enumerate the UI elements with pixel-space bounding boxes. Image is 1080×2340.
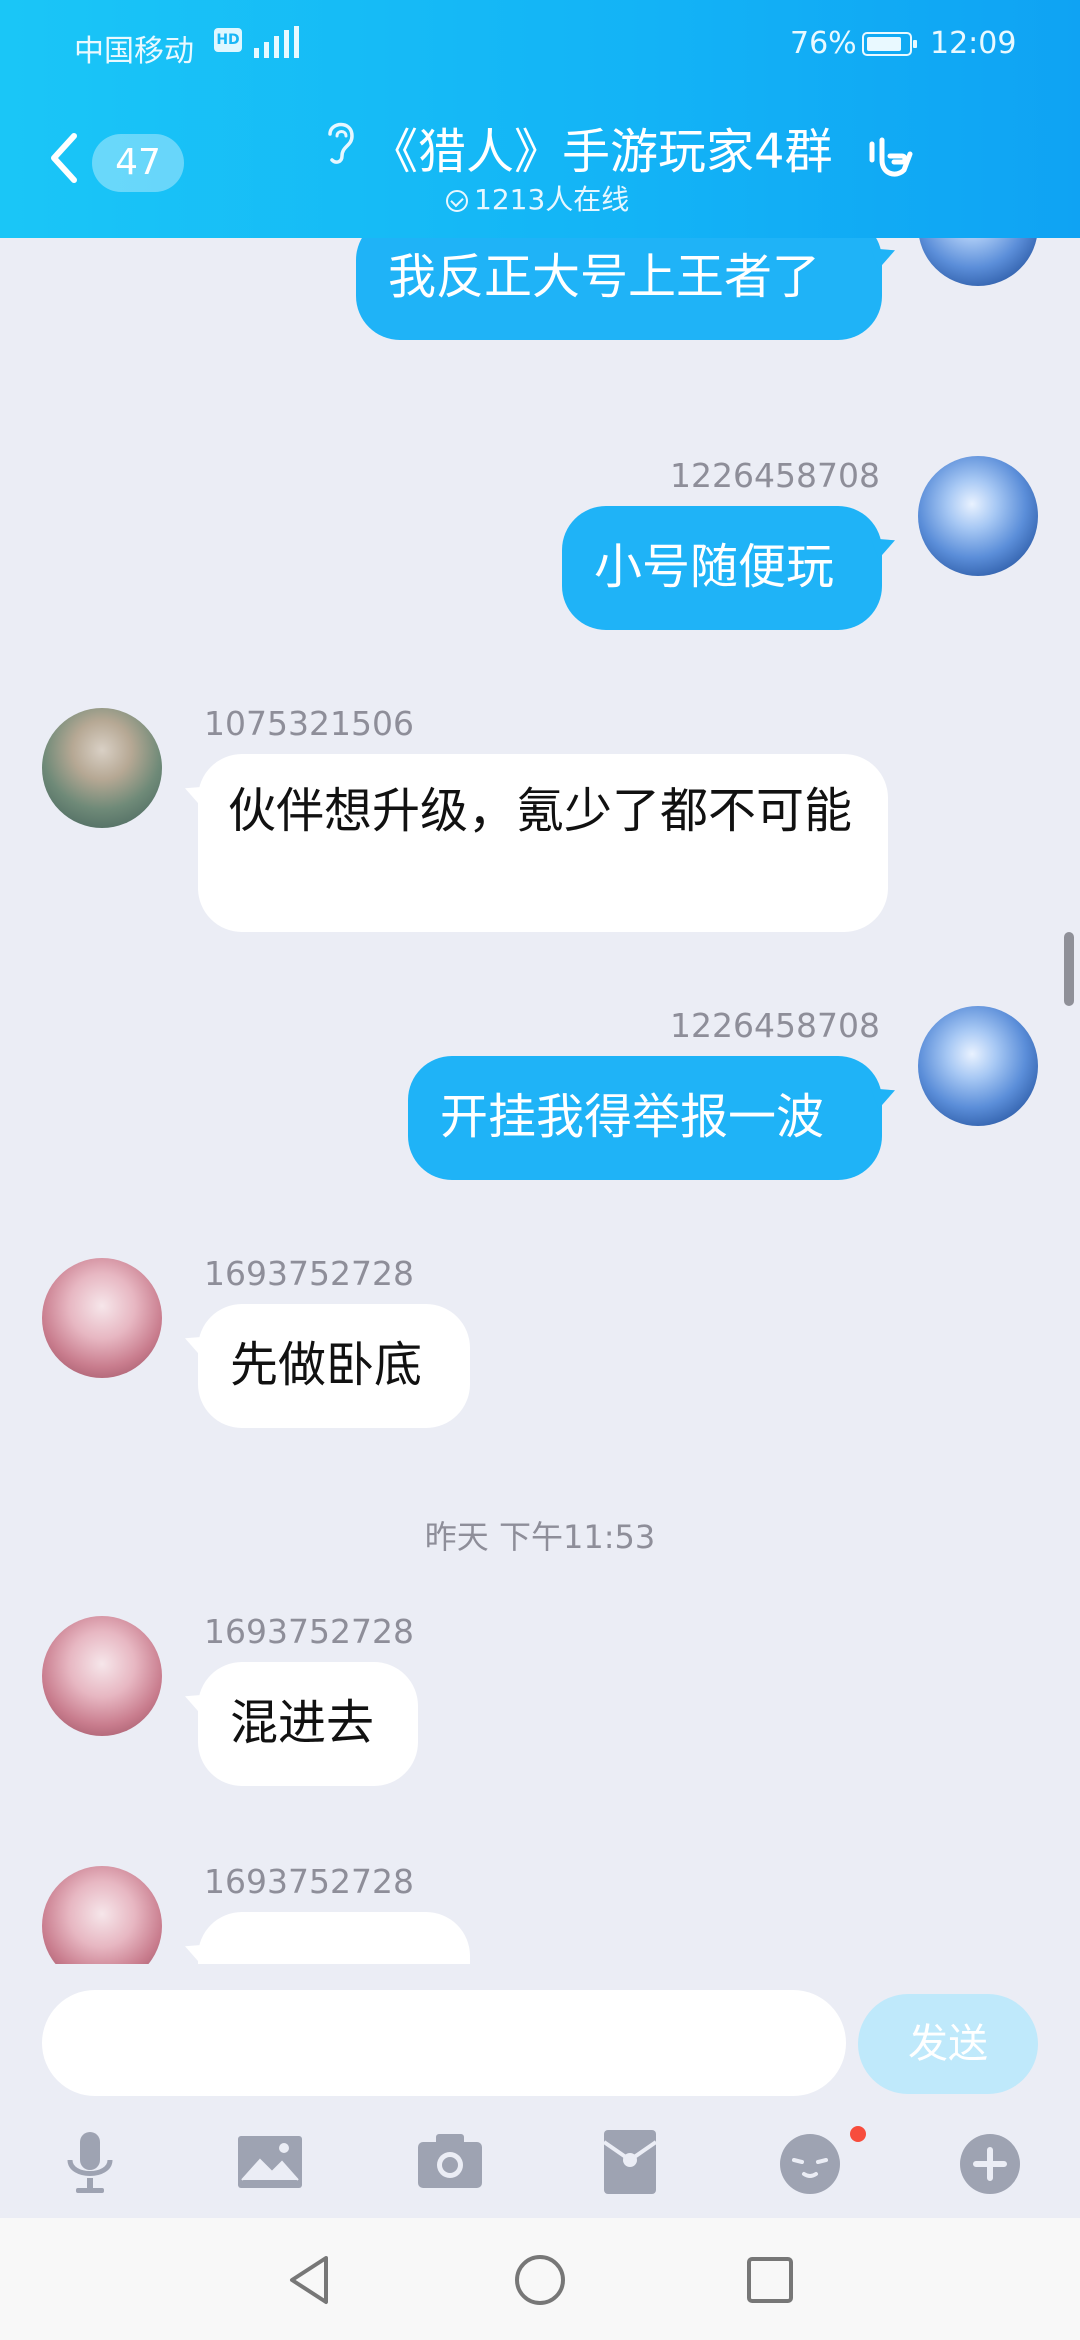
mic-icon[interactable] — [54, 2126, 126, 2198]
input-area: 发送 — [0, 1964, 1080, 2218]
sender-id: 1693752728 — [204, 1254, 414, 1293]
nav-back-icon[interactable] — [280, 2250, 340, 2310]
message-input[interactable] — [42, 1990, 846, 2096]
notification-dot — [850, 2126, 866, 2142]
ear-icon[interactable] — [320, 116, 360, 166]
system-nav-bar — [0, 2218, 1080, 2340]
image-icon[interactable] — [234, 2126, 306, 2198]
chat-header: 中国移动 HD 76% 12:09 47 《猎人》手游玩家4群 1213人在线 — [0, 0, 1080, 238]
avatar[interactable] — [42, 1616, 162, 1736]
sender-id: 1226458708 — [670, 1006, 880, 1045]
online-count-text: 1213人在线 — [474, 183, 630, 216]
sender-id: 1075321506 — [204, 704, 414, 743]
message-bubble[interactable]: 先做卧底 — [198, 1304, 470, 1428]
red-packet-icon[interactable] — [594, 2126, 666, 2198]
check-circle-icon — [446, 190, 468, 212]
avatar[interactable] — [918, 1006, 1038, 1126]
message-bubble[interactable]: 伙伴想升级，氪少了都不可能 — [198, 754, 888, 932]
send-button[interactable]: 发送 — [858, 1994, 1038, 2094]
group-title[interactable]: 《猎人》手游玩家4群 — [370, 112, 833, 182]
emoji-icon[interactable] — [774, 2126, 846, 2198]
nav-home-icon[interactable] — [510, 2250, 570, 2310]
avatar[interactable] — [918, 456, 1038, 576]
sender-id: 1226458708 — [670, 456, 880, 495]
battery-icon — [862, 32, 917, 56]
signal-icon — [254, 26, 299, 58]
avatar[interactable] — [42, 1866, 162, 1964]
message-bubble[interactable]: 我反正大号上王者了 — [356, 238, 882, 340]
sender-id: 1693752728 — [204, 1862, 414, 1901]
avatar[interactable] — [42, 1258, 162, 1378]
message-list[interactable]: 1226458708 我反正大号上王者了 1226458708 小号随便玩 10… — [0, 238, 1080, 1964]
input-toolbar — [0, 2116, 1080, 2212]
sender-id: 1693752728 — [204, 1612, 414, 1651]
back-arrow-icon[interactable] — [44, 128, 84, 188]
rock-hand-icon[interactable] — [862, 130, 918, 186]
message-bubble[interactable]: 小号随便玩 — [562, 506, 882, 630]
plus-icon[interactable] — [954, 2126, 1026, 2198]
online-count: 1213人在线 — [446, 178, 629, 218]
camera-icon[interactable] — [414, 2126, 486, 2198]
avatar[interactable] — [918, 238, 1038, 286]
nav-recents-icon[interactable] — [740, 2250, 800, 2310]
avatar[interactable] — [42, 708, 162, 828]
message-bubble[interactable]: 混进去 — [198, 1662, 418, 1786]
message-bubble[interactable]: 开挂我得举报一波 — [408, 1056, 882, 1180]
message-bubble[interactable] — [198, 1912, 470, 1964]
unread-count-badge[interactable]: 47 — [92, 134, 184, 192]
clock: 12:09 — [930, 26, 1017, 61]
battery-percent: 76% — [790, 26, 857, 61]
status-bar: 中国移动 HD 76% 12:09 — [0, 0, 1080, 90]
carrier-name: 中国移动 — [74, 34, 194, 69]
time-separator: 昨天 下午11:53 — [424, 1518, 656, 1556]
hd-badge: HD — [214, 28, 242, 52]
scrollbar[interactable] — [1064, 932, 1074, 1006]
